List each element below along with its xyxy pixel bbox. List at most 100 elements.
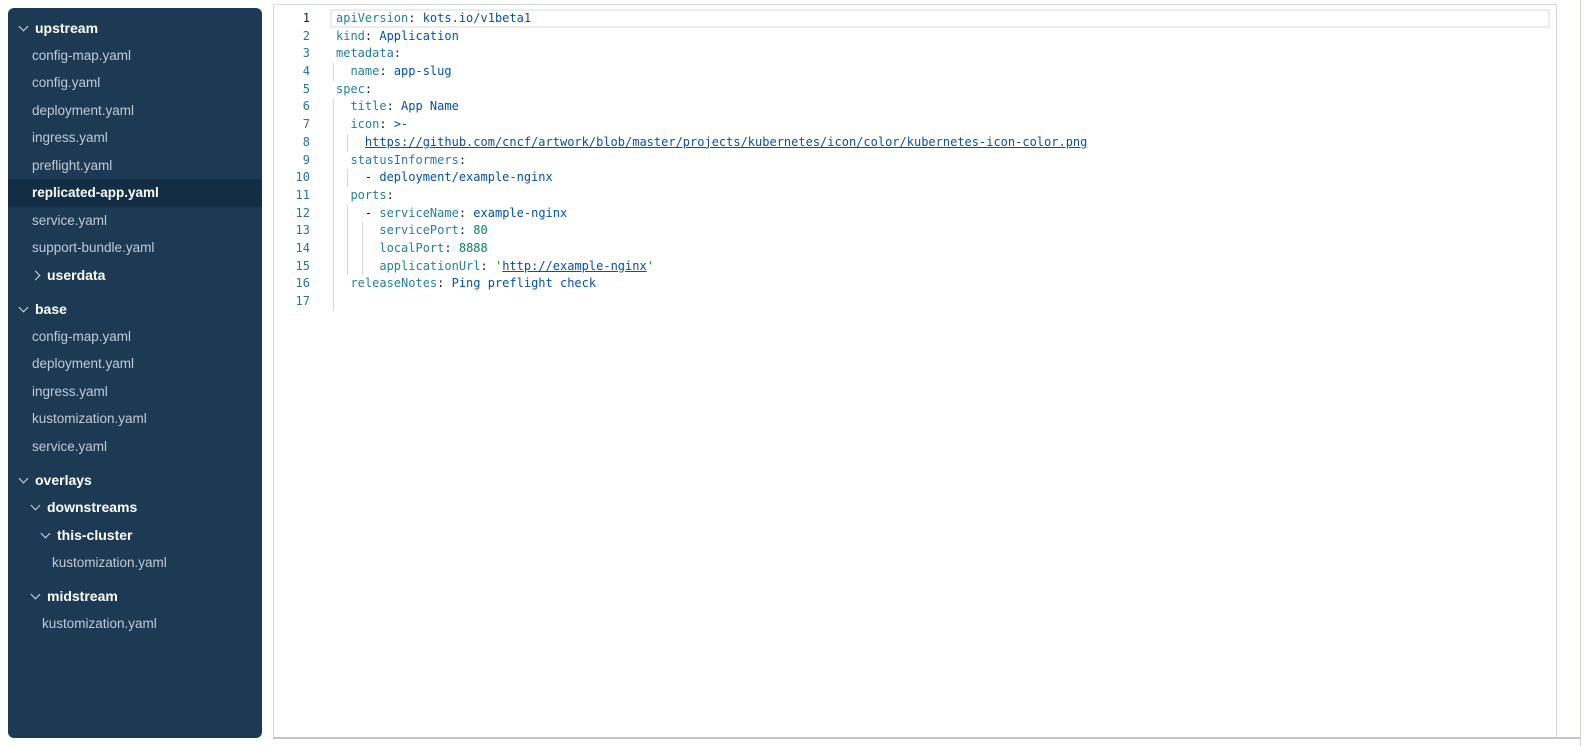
code-line[interactable]: 2kind: Application [274, 28, 1556, 46]
code-token: : [481, 259, 495, 273]
code-line[interactable]: 16 releaseNotes: Ping preflight check [274, 275, 1556, 293]
file-label: preflight.yaml [32, 158, 112, 173]
code-line[interactable]: 12 - serviceName: example-nginx [274, 205, 1556, 223]
url-link[interactable]: http://example-nginx [502, 259, 647, 273]
indent-guide [333, 63, 334, 81]
indent-guide [347, 134, 348, 152]
code-line[interactable]: 3metadata: [274, 45, 1556, 63]
sidebar-item-service.yaml[interactable]: service.yaml [8, 433, 262, 461]
line-number: 9 [274, 152, 310, 170]
file-label: kustomization.yaml [42, 616, 157, 631]
folder-label: downstreams [47, 499, 137, 515]
sidebar-item-kustomization.yaml[interactable]: kustomization.yaml [8, 405, 262, 433]
line-number: 14 [274, 240, 310, 258]
code-token: : [379, 64, 393, 78]
indent-guide [333, 293, 334, 311]
code-line[interactable]: 15 applicationUrl: 'http://example-nginx… [274, 258, 1556, 276]
chevron-down-icon [19, 302, 29, 312]
code-line[interactable]: 14 localPort: 8888 [274, 240, 1556, 258]
line-number: 5 [274, 81, 310, 99]
line-number: 8 [274, 134, 310, 152]
code-token: - [365, 170, 379, 184]
code-token: ports [350, 188, 386, 202]
page-scroll-divider[interactable] [1580, 0, 1581, 746]
folder-label: userdata [47, 267, 105, 283]
code-line[interactable]: 8 https://github.com/cncf/artwork/blob/m… [274, 134, 1556, 152]
line-number: 2 [274, 28, 310, 46]
code-text: apiVersion: kots.io/v1beta1 [336, 10, 1556, 28]
sidebar-item-config-map.yaml[interactable]: config-map.yaml [8, 323, 262, 351]
line-number: 10 [274, 169, 310, 187]
indent-guide [347, 169, 348, 187]
chevron-down-icon [31, 501, 41, 511]
line-number: 13 [274, 222, 310, 240]
code-line[interactable]: 7 icon: >- [274, 116, 1556, 134]
sidebar-folder-this-cluster[interactable]: this-cluster [8, 521, 262, 549]
sidebar-folder-downstreams[interactable]: downstreams [8, 494, 262, 522]
code-token: App Name [401, 99, 459, 113]
file-label: kustomization.yaml [32, 411, 147, 426]
code-line[interactable]: 5spec: [274, 81, 1556, 99]
code-editor[interactable]: 1apiVersion: kots.io/v1beta12kind: Appli… [273, 4, 1557, 738]
folder-label: midstream [47, 588, 118, 604]
sidebar-folder-base[interactable]: base [8, 295, 262, 323]
sidebar-item-kustomization.yaml[interactable]: kustomization.yaml [8, 610, 262, 638]
code-line[interactable]: 4 name: app-slug [274, 63, 1556, 81]
sidebar-item-deployment.yaml[interactable]: deployment.yaml [8, 97, 262, 125]
sidebar-item-kustomization.yaml[interactable]: kustomization.yaml [8, 549, 262, 577]
code-token [336, 259, 379, 273]
sidebar-item-preflight.yaml[interactable]: preflight.yaml [8, 152, 262, 180]
sidebar-folder-userdata[interactable]: userdata [8, 262, 262, 290]
sidebar-item-deployment.yaml[interactable]: deployment.yaml [8, 350, 262, 378]
sidebar-folder-overlays[interactable]: overlays [8, 466, 262, 494]
code-line[interactable]: 1apiVersion: kots.io/v1beta1 [274, 10, 1556, 28]
file-label: support-bundle.yaml [32, 240, 154, 255]
editor-bottom-divider [273, 737, 1581, 739]
file-label: deployment.yaml [32, 103, 134, 118]
code-line[interactable]: 13 servicePort: 80 [274, 222, 1556, 240]
line-number: 4 [274, 63, 310, 81]
file-tree-sidebar: upstream config-map.yaml config.yaml deploy… [8, 8, 262, 738]
file-label: config-map.yaml [32, 329, 131, 344]
url-link[interactable]: https://github.com/cncf/artwork/blob/mas… [365, 135, 1087, 149]
indent-guide [347, 258, 348, 276]
file-label: config-map.yaml [32, 48, 131, 63]
code-token [336, 276, 350, 290]
code-token: : [459, 153, 466, 167]
code-token: : [379, 117, 393, 131]
code-token: deployment/example-nginx [379, 170, 552, 184]
indent-guide [333, 98, 334, 116]
sidebar-item-ingress.yaml[interactable]: ingress.yaml [8, 378, 262, 406]
file-label: kustomization.yaml [52, 555, 167, 570]
sidebar-folder-midstream[interactable]: midstream [8, 582, 262, 610]
code-token [336, 241, 379, 255]
code-token: 8888 [459, 241, 488, 255]
code-text: servicePort: 80 [336, 222, 1556, 240]
code-line[interactable]: 11 ports: [274, 187, 1556, 205]
sidebar-folder-upstream[interactable]: upstream [8, 14, 262, 42]
code-line[interactable]: 6 title: App Name [274, 98, 1556, 116]
code-token: kind [336, 29, 365, 43]
code-line[interactable]: 17 [274, 293, 1556, 311]
sidebar-item-support-bundle.yaml[interactable]: support-bundle.yaml [8, 234, 262, 262]
code-token: : [408, 11, 422, 25]
code-line[interactable]: 9 statusInformers: [274, 152, 1556, 170]
chevron-down-icon [19, 473, 29, 483]
code-line[interactable]: 10 - deployment/example-nginx [274, 169, 1556, 187]
code-text: metadata: [336, 45, 1556, 63]
code-text: ports: [336, 187, 1556, 205]
code-token: - [365, 206, 379, 220]
sidebar-item-config.yaml[interactable]: config.yaml [8, 69, 262, 97]
sidebar-item-replicated-app.yaml[interactable]: replicated-app.yaml [8, 179, 262, 207]
sidebar-item-config-map.yaml[interactable]: config-map.yaml [8, 42, 262, 70]
code-token: ' [647, 259, 654, 273]
code-token: : [365, 29, 379, 43]
code-token: metadata [336, 46, 394, 60]
sidebar-item-ingress.yaml[interactable]: ingress.yaml [8, 124, 262, 152]
code-token: servicePort [379, 223, 458, 237]
indent-guide [347, 222, 348, 240]
code-token: icon [350, 117, 379, 131]
indent-guide [333, 187, 334, 205]
sidebar-item-service.yaml[interactable]: service.yaml [8, 207, 262, 235]
indent-guide [362, 222, 363, 240]
